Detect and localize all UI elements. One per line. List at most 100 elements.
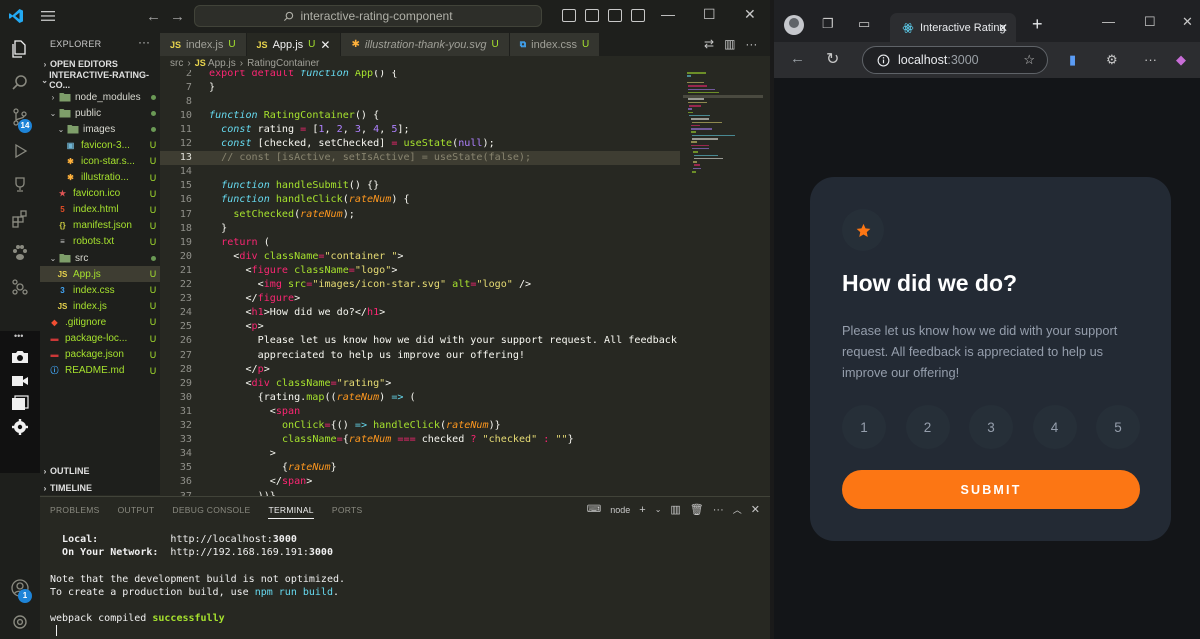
window-icon[interactable] xyxy=(8,391,32,415)
terminal-label[interactable]: node xyxy=(610,505,630,515)
code-line[interactable]: 25 <p> xyxy=(160,320,680,334)
extensions-icon[interactable]: ⚙ xyxy=(1106,52,1118,68)
remote-explorer-icon[interactable] xyxy=(8,275,32,299)
menu-icon[interactable] xyxy=(40,9,56,23)
code-line[interactable]: 16 function handleClick(rateNum) { xyxy=(160,193,680,207)
search-view-icon[interactable] xyxy=(8,71,32,95)
editor-tab[interactable]: ✱ illustration-thank-you.svg U xyxy=(341,33,510,56)
tree-file-package.json[interactable]: ▬ package.json U xyxy=(40,347,160,363)
extensions-icon[interactable] xyxy=(8,207,32,231)
code-line[interactable]: 30 {rating.map((rateNum) => ( xyxy=(160,390,680,404)
code-line[interactable]: 28 </p> xyxy=(160,362,680,376)
code-line[interactable]: 14 xyxy=(160,165,680,179)
forward-arrow-icon[interactable]: → xyxy=(170,8,185,25)
panel-tab-debug-console[interactable]: DEBUG CONSOLE xyxy=(172,505,250,519)
code-line[interactable]: 26 Please let us know how we did with yo… xyxy=(160,334,680,348)
editor-tab[interactable]: ⧉ index.css U xyxy=(509,33,601,56)
panel-tab-ports[interactable]: PORTS xyxy=(332,505,363,519)
editor-tab[interactable]: JS index.js U xyxy=(160,33,247,56)
tree-folder-src[interactable]: ⌄ src xyxy=(40,250,160,266)
close-tab-icon[interactable]: ✕ xyxy=(998,21,1008,35)
back-arrow-icon[interactable]: ← xyxy=(790,50,805,67)
rating-button-2[interactable]: 2 xyxy=(905,405,950,449)
new-terminal-icon[interactable]: + xyxy=(639,504,645,516)
code-line[interactable]: 36 </span> xyxy=(160,475,680,489)
terminal-output[interactable]: Local: http://localhost:3000 On Your Net… xyxy=(50,533,345,639)
command-center-search[interactable]: interactive-rating-component xyxy=(194,5,542,27)
more-dots-icon[interactable]: ••• xyxy=(14,331,23,341)
code-line[interactable]: 2 export default function App() { xyxy=(160,70,680,80)
tree-file-App.js[interactable]: JS App.js U xyxy=(40,266,160,283)
chevron-down-icon[interactable]: ⌄ xyxy=(655,505,662,514)
settings-gear-icon[interactable] xyxy=(8,415,32,439)
submit-button[interactable]: SUBMIT xyxy=(842,470,1140,509)
back-arrow-icon[interactable]: ← xyxy=(146,8,161,25)
toggle-primary-sidebar-icon[interactable] xyxy=(585,9,599,22)
split-terminal-icon[interactable]: ▥ xyxy=(670,503,680,516)
explorer-icon[interactable] xyxy=(8,37,32,61)
tree-folder-public[interactable]: ⌄ public xyxy=(40,105,160,121)
code-line[interactable]: 34 > xyxy=(160,447,680,461)
tree-folder-node_modules[interactable]: › node_modules xyxy=(40,89,160,105)
code-line[interactable]: 11 const rating = [1, 2, 3, 4, 5]; xyxy=(160,122,680,136)
toggle-panel-icon[interactable] xyxy=(608,9,622,22)
code-line[interactable]: 23 </figure> xyxy=(160,292,680,306)
tree-file-index.html[interactable]: 5 index.html U xyxy=(40,202,160,218)
paw-icon[interactable] xyxy=(8,241,32,265)
rating-button-4[interactable]: 4 xyxy=(1032,405,1077,449)
code-line[interactable]: 17 setChecked(rateNum); xyxy=(160,207,680,221)
compare-changes-icon[interactable]: ⇄ xyxy=(704,37,714,51)
code-line[interactable]: 15 function handleSubmit() {} xyxy=(160,179,680,193)
favorite-star-icon[interactable]: ☆ xyxy=(1023,52,1035,68)
tree-file-favicon.ico[interactable]: ★ favicon.ico U xyxy=(40,186,160,202)
editor-tab[interactable]: JS App.js U ✕ xyxy=(246,33,342,56)
code-line[interactable]: 27 appreciated to help us improve our of… xyxy=(160,348,680,362)
code-line[interactable]: 37 ))} xyxy=(160,489,680,497)
code-line[interactable]: 7} xyxy=(160,80,680,94)
customize-layout-icon[interactable] xyxy=(562,9,576,22)
timeline-section[interactable]: › TIMELINE xyxy=(40,480,160,495)
outline-section[interactable]: › OUTLINE xyxy=(40,463,160,479)
code-line[interactable]: 31 <span xyxy=(160,404,680,418)
code-line[interactable]: 8 xyxy=(160,94,680,108)
split-editor-icon[interactable]: ▥ xyxy=(724,37,735,51)
panel-tab-terminal[interactable]: TERMINAL xyxy=(268,505,314,519)
code-line[interactable]: 22 <img src="images/icon-star.svg" alt="… xyxy=(160,278,680,292)
maximize-panel-icon[interactable]: ︿ xyxy=(733,503,742,516)
video-icon[interactable] xyxy=(8,369,32,393)
rating-button-3[interactable]: 3 xyxy=(969,405,1013,449)
code-line[interactable]: 33 className={rateNum === checked ? "che… xyxy=(160,433,680,447)
code-line[interactable]: 29 <div className="rating"> xyxy=(160,376,680,390)
minimap[interactable] xyxy=(683,70,763,496)
code-line[interactable]: 20 <div className="container "> xyxy=(160,249,680,263)
code-line[interactable]: 10 function RatingContainer() { xyxy=(160,108,680,122)
code-line[interactable]: 13 // const [isActive, setIsActive] = us… xyxy=(160,150,680,165)
close-panel-icon[interactable]: ✕ xyxy=(751,503,760,516)
tree-file-icon-star.s...[interactable]: ✱ icon-star.s... U xyxy=(40,153,160,169)
panel-tab-problems[interactable]: PROBLEMS xyxy=(50,505,100,519)
close-tab-icon[interactable]: ✕ xyxy=(320,38,330,52)
more-menu-icon[interactable]: ··· xyxy=(1144,52,1157,67)
tree-file-index.js[interactable]: JS index.js U xyxy=(40,298,160,314)
profile-avatar[interactable] xyxy=(784,15,804,35)
code-line[interactable]: 21 <figure className="logo"> xyxy=(160,263,680,277)
minimize-icon[interactable]: — xyxy=(1102,14,1115,29)
maximize-icon[interactable]: ☐ xyxy=(703,6,716,23)
run-debug-icon[interactable] xyxy=(8,139,32,163)
address-bar[interactable]: localhost:3000 ☆ xyxy=(862,46,1048,74)
more-actions-icon[interactable]: ··· xyxy=(713,504,724,516)
code-line[interactable]: 32 onClick={() => handleClick(rateNum)} xyxy=(160,419,680,433)
tree-file-illustratio...[interactable]: ✱ illustratio... U xyxy=(40,170,160,186)
rating-button-1[interactable]: 1 xyxy=(842,405,886,449)
code-line[interactable]: 18 } xyxy=(160,221,680,235)
minimize-icon[interactable]: — xyxy=(661,6,675,22)
more-actions-icon[interactable]: ··· xyxy=(745,37,757,51)
breadcrumb-item[interactable]: RatingContainer xyxy=(247,58,319,69)
panel-tab-output[interactable]: OUTPUT xyxy=(118,505,155,519)
reload-icon[interactable]: ↻ xyxy=(826,49,839,69)
rating-button-5[interactable]: 5 xyxy=(1096,405,1140,449)
project-section[interactable]: ⌄ INTERACTIVE-RATING-CO... xyxy=(40,70,160,90)
code-line[interactable]: 24 <h1>How did we do?</h1> xyxy=(160,306,680,320)
new-tab-icon[interactable]: + xyxy=(1032,14,1043,35)
maximize-icon[interactable]: ☐ xyxy=(1144,14,1156,30)
